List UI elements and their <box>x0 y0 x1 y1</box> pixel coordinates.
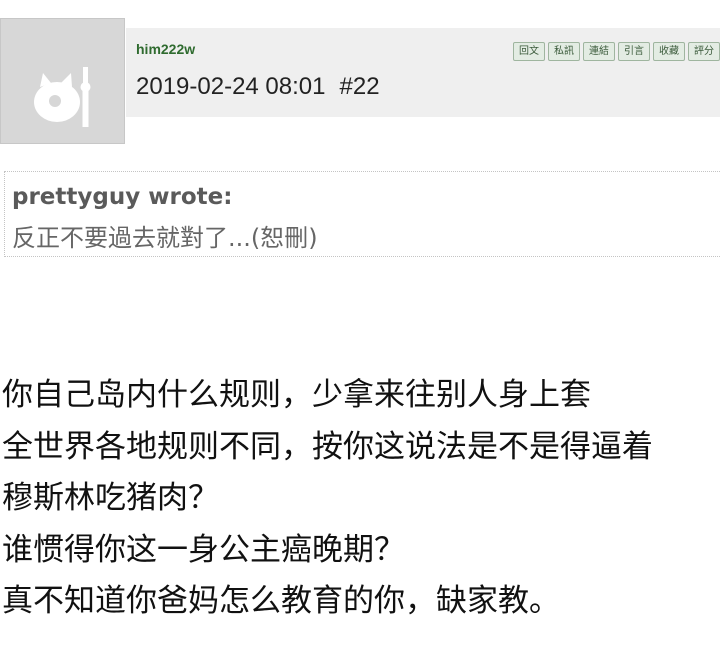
post-datetime: 2019-02-24 08:01 <box>136 73 326 100</box>
reply-button[interactable]: 回文 <box>513 42 545 61</box>
avatar[interactable] <box>0 18 125 144</box>
post-body: 你自己岛内什么规则，少拿来往别人身上套 全世界各地规则不同，按你这说法是不是得逼… <box>2 370 653 628</box>
default-avatar-icon <box>34 67 91 127</box>
favorite-button[interactable]: 收藏 <box>653 42 685 61</box>
quote-text: 反正不要過去就對了...(恕刪) <box>12 224 318 252</box>
private-message-button[interactable]: 私訊 <box>548 42 580 61</box>
post-actions: 回文 私訊 連結 引言 收藏 評分 <box>513 39 720 61</box>
post-body-line: 穆斯林吃猪肉？ <box>2 480 219 516</box>
quote-author: prettyguy wrote: <box>12 184 233 210</box>
quote-button[interactable]: 引言 <box>618 42 650 61</box>
quote-block: prettyguy wrote: 反正不要過去就對了...(恕刪) <box>4 171 720 257</box>
rate-button[interactable]: 評分 <box>688 42 720 61</box>
post-header: him222w 2019-02-24 08:01 #22 回文 私訊 連結 引言 收藏 評分 <box>126 28 720 117</box>
author-name[interactable]: him222w <box>136 41 195 57</box>
link-button[interactable]: 連結 <box>583 42 615 61</box>
post-body-line: 谁惯得你这一身公主癌晚期？ <box>2 531 405 568</box>
post-body-line: 全世界各地规则不同，按你这说法是不是得逼着 <box>2 428 653 465</box>
post-meta: 2019-02-24 08:01 #22 <box>136 73 380 101</box>
post-body-line: 真不知道你爸妈怎么教育的你，缺家教。 <box>2 583 560 619</box>
post-body-line: 你自己岛内什么规则，少拿来往别人身上套 <box>2 377 591 413</box>
post-floor-link[interactable]: #22 <box>340 73 380 100</box>
